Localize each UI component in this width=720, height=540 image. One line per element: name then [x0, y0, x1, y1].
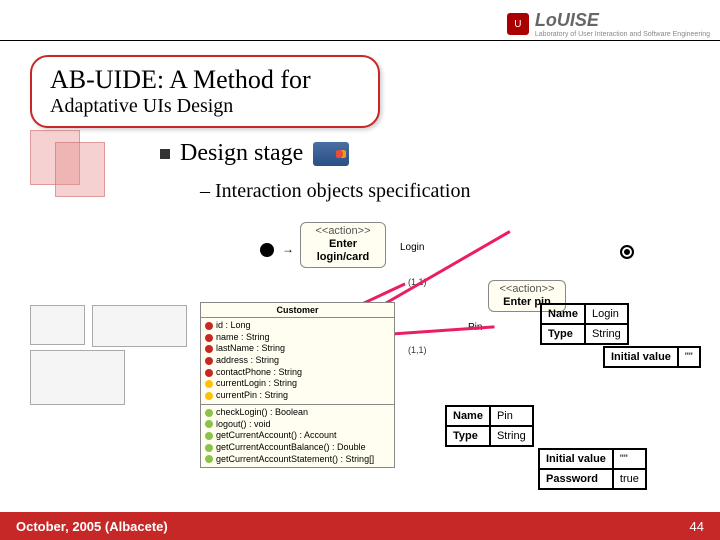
uml-class-box: Customer id : Long name : String lastNam…	[200, 302, 395, 468]
arrow-icon: →	[282, 242, 294, 256]
spec-value: Login	[585, 304, 628, 324]
slide-title: AB-UIDE: A Method for	[50, 65, 360, 95]
logo-icon: U	[507, 13, 529, 35]
brand-name: LoUISE	[535, 10, 710, 31]
spec-label: Type	[446, 426, 490, 446]
bullet-row: Design stage	[160, 140, 349, 167]
uml-action-box: <<action>> Enter login/card	[300, 222, 386, 268]
bullet-text: Design stage	[180, 140, 303, 167]
slide-subtitle: Adaptative UIs Design	[50, 95, 360, 118]
spec-table-login: NameLogin TypeString	[540, 303, 629, 345]
uml-end-node-icon	[620, 245, 634, 259]
spec-table-login-extra: Initial value""	[603, 346, 701, 368]
stereotype-label: <<action>>	[497, 283, 557, 296]
credit-card-icon	[313, 142, 349, 166]
spec-value: String	[490, 426, 533, 446]
stereotype-label: <<action>>	[309, 225, 377, 238]
class-attributes: id : Long name : String lastName : Strin…	[201, 318, 394, 405]
spec-value: ""	[678, 347, 700, 367]
footer-bar: October, 2005 (Albacete) 44	[0, 512, 720, 540]
sub-bullet-text: – Interaction objects specification	[200, 180, 470, 203]
spec-table-pin-extra: Initial value"" Passwordtrue	[538, 448, 647, 490]
spec-value: String	[585, 324, 628, 344]
diagram-thumbnail	[30, 350, 125, 405]
attribute: currentLogin : String	[216, 378, 297, 390]
spec-table-pin: NamePin TypeString	[445, 405, 534, 447]
operation: logout() : void	[216, 419, 271, 431]
uml-start-node-icon	[260, 243, 274, 257]
guard-label: (1,1)	[408, 345, 427, 355]
spec-label: Initial value	[604, 347, 678, 367]
pink-block	[55, 142, 105, 197]
attribute: id : Long	[216, 320, 251, 332]
class-operations: checkLogin() : Boolean logout() : void g…	[201, 405, 394, 467]
operation: getCurrentAccountBalance() : Double	[216, 442, 366, 454]
slide-title-box: AB-UIDE: A Method for Adaptative UIs Des…	[30, 55, 380, 128]
spec-value: ""	[613, 449, 646, 469]
attribute: lastName : String	[216, 343, 285, 355]
header: U LoUISE Laboratory of User Interaction …	[507, 10, 710, 38]
operation: getCurrentAccountStatement() : String[]	[216, 454, 374, 466]
bullet-square-icon	[160, 149, 170, 159]
spec-label: Password	[539, 469, 613, 489]
spec-value: Pin	[490, 406, 533, 426]
page-number: 44	[690, 519, 704, 534]
class-name: Customer	[201, 303, 394, 318]
attribute: name : String	[216, 332, 270, 344]
brand-subtitle: Laboratory of User Interaction and Softw…	[535, 31, 710, 38]
attribute: address : String	[216, 355, 279, 367]
operation: getCurrentAccount() : Account	[216, 430, 337, 442]
attribute: contactPhone : String	[216, 367, 302, 379]
header-divider	[0, 40, 720, 41]
spec-label: Name	[446, 406, 490, 426]
spec-value: true	[613, 469, 646, 489]
flow-label-login: Login	[400, 242, 424, 253]
action-name: Enter login/card	[309, 238, 377, 264]
operation: checkLogin() : Boolean	[216, 407, 308, 419]
footer-text: October, 2005 (Albacete)	[16, 519, 168, 534]
attribute: currentPin : String	[216, 390, 288, 402]
spec-label: Initial value	[539, 449, 613, 469]
diagram-thumbnail	[30, 305, 85, 345]
spec-label: Name	[541, 304, 585, 324]
diagram-thumbnail	[92, 305, 187, 347]
spec-label: Type	[541, 324, 585, 344]
